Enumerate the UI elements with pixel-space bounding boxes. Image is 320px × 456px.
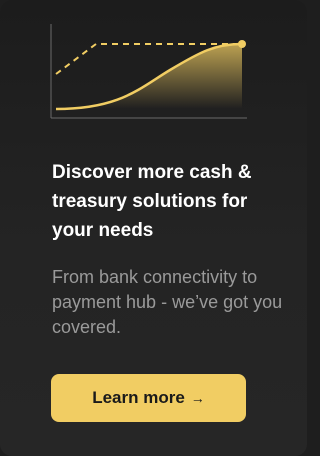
- arrow-right-icon: →: [190, 390, 205, 406]
- learn-more-label: Learn more: [92, 388, 185, 407]
- promo-description: From bank connectivity to payment hub - …: [52, 267, 283, 337]
- promo-card: Discover more cash & treasury solutions …: [0, 0, 307, 456]
- promo-headline: Discover more cash & treasury solutions …: [52, 162, 252, 241]
- growth-curve-chart-icon: [0, 0, 307, 150]
- learn-more-button[interactable]: Learn more →: [51, 374, 246, 422]
